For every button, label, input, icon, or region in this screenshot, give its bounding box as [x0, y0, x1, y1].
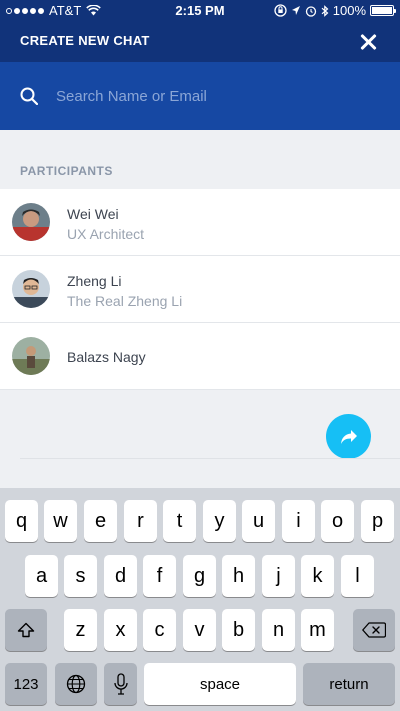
avatar: [12, 337, 50, 375]
participant-name: Wei Wei: [67, 206, 119, 222]
battery-percent: 100%: [332, 3, 366, 18]
key-p[interactable]: p: [361, 500, 394, 542]
key-s[interactable]: s: [64, 555, 97, 597]
key-f[interactable]: f: [143, 555, 176, 597]
numbers-key[interactable]: 123: [5, 663, 47, 705]
key-t[interactable]: t: [163, 500, 196, 542]
search-bar: [0, 62, 400, 130]
send-button[interactable]: [326, 414, 371, 459]
avatar: [12, 270, 50, 308]
participants-heading: PARTICIPANTS: [20, 164, 113, 178]
search-input[interactable]: [56, 84, 376, 108]
shift-key[interactable]: [5, 609, 47, 651]
backspace-icon: [362, 622, 386, 638]
participant-name: Zheng Li: [67, 273, 122, 289]
key-j[interactable]: j: [262, 555, 295, 597]
status-bar: AT&T 2:15 PM 100%: [0, 0, 400, 22]
key-m[interactable]: m: [301, 609, 334, 651]
participant-name: Balazs Nagy: [67, 349, 146, 365]
shift-arrow-icon: [17, 622, 35, 638]
return-key[interactable]: return: [303, 663, 395, 705]
key-y[interactable]: y: [203, 500, 236, 542]
microphone-icon: [113, 673, 128, 695]
key-k[interactable]: k: [301, 555, 334, 597]
key-b[interactable]: b: [222, 609, 255, 651]
participant-row[interactable]: Balazs Nagy: [0, 323, 400, 390]
key-w[interactable]: w: [44, 500, 77, 542]
search-icon: [20, 87, 38, 105]
key-z[interactable]: z: [64, 609, 97, 651]
key-u[interactable]: u: [242, 500, 275, 542]
key-v[interactable]: v: [183, 609, 216, 651]
participant-row[interactable]: Wei Wei UX Architect: [0, 189, 400, 256]
avatar: [12, 203, 50, 241]
key-a[interactable]: a: [25, 555, 58, 597]
key-g[interactable]: g: [183, 555, 216, 597]
key-n[interactable]: n: [262, 609, 295, 651]
app-header: CREATE NEW CHAT: [0, 22, 400, 62]
location-icon: [291, 6, 300, 15]
participant-role: UX Architect: [67, 226, 145, 242]
participant-role: The Real Zheng Li: [67, 293, 183, 309]
dictation-key[interactable]: [104, 663, 137, 705]
key-r[interactable]: r: [124, 500, 157, 542]
key-q[interactable]: q: [5, 500, 38, 542]
globe-key[interactable]: [55, 663, 97, 705]
key-o[interactable]: o: [321, 500, 354, 542]
forward-arrow-icon: [340, 429, 357, 444]
key-i[interactable]: i: [282, 500, 315, 542]
page-title: CREATE NEW CHAT: [20, 33, 150, 48]
bluetooth-icon: [321, 4, 329, 17]
rotation-lock-icon: [274, 4, 287, 17]
backspace-key[interactable]: [353, 609, 395, 651]
participants-list: Wei Wei UX Architect Zheng Li The Real Z…: [0, 189, 400, 390]
battery-icon: [370, 5, 396, 16]
close-icon[interactable]: [358, 31, 380, 53]
space-key[interactable]: space: [144, 663, 296, 705]
participant-row[interactable]: Zheng Li The Real Zheng Li: [0, 256, 400, 323]
globe-icon: [66, 674, 86, 694]
key-l[interactable]: l: [341, 555, 374, 597]
divider: [20, 458, 400, 459]
key-e[interactable]: e: [84, 500, 117, 542]
alarm-icon: [305, 5, 316, 17]
key-c[interactable]: c: [143, 609, 176, 651]
key-h[interactable]: h: [222, 555, 255, 597]
key-x[interactable]: x: [104, 609, 137, 651]
key-d[interactable]: d: [104, 555, 137, 597]
keyboard: q w e r t y u i o p a s d f g h j k l z …: [0, 488, 400, 711]
